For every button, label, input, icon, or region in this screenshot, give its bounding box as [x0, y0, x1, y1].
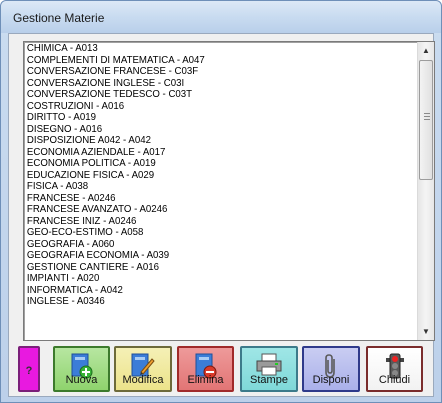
modifica-label: Modifica	[122, 374, 164, 386]
stampe-button[interactable]: Stampe	[240, 346, 298, 392]
help-label: ?	[25, 365, 33, 377]
elimina-button[interactable]: Elimina	[177, 346, 234, 392]
toolbar: ? Nuova Modifica Elimina Stampe Disponi …	[9, 346, 435, 394]
scroll-up-button[interactable]: ▲	[418, 42, 434, 59]
chiudi-button[interactable]: Chiudi	[366, 346, 423, 392]
scroll-grip-icon	[424, 113, 430, 122]
title-bar[interactable]: Gestione Materie	[1, 1, 441, 33]
stampe-label: Stampe	[250, 374, 288, 386]
scroll-down-button[interactable]: ▼	[418, 323, 434, 340]
modifica-button[interactable]: Modifica	[114, 346, 172, 392]
elimina-label: Elimina	[187, 374, 224, 386]
window-title: Gestione Materie	[13, 11, 105, 25]
help-button[interactable]: ?	[18, 346, 40, 392]
gestione-materie-window: Gestione Materie CHIMICA - A013 COMPLEMEN…	[0, 0, 442, 403]
nuova-label: Nuova	[65, 374, 98, 386]
vertical-scrollbar[interactable]: ▲ ▼	[417, 42, 434, 340]
disponi-label: Disponi	[312, 374, 350, 386]
list-item[interactable]: INGLESE - A0346	[26, 295, 385, 308]
materie-list: CHIMICA - A013 COMPLEMENTI DI MATEMATICA …	[26, 43, 416, 340]
nuova-button[interactable]: Nuova	[53, 346, 110, 392]
materie-listbox[interactable]: CHIMICA - A013 COMPLEMENTI DI MATEMATICA …	[23, 41, 435, 341]
window-client-area: CHIMICA - A013 COMPLEMENTI DI MATEMATICA …	[8, 33, 435, 397]
disponi-button[interactable]: Disponi	[302, 346, 360, 392]
scroll-thumb[interactable]	[419, 60, 433, 180]
chiudi-label: Chiudi	[378, 374, 411, 386]
